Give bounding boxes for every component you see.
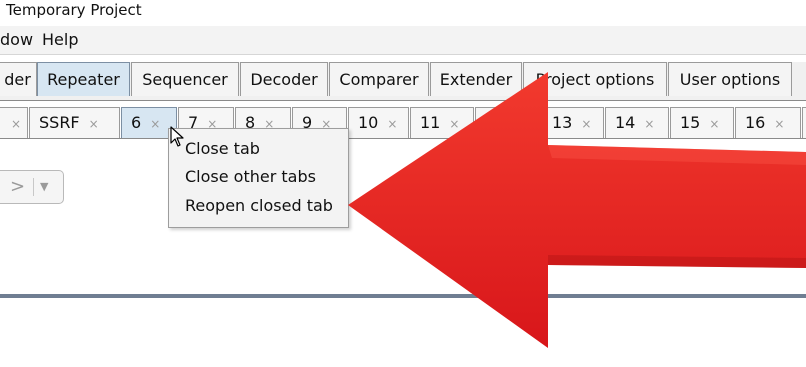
tab-label: 6 xyxy=(131,113,142,132)
repeater-tab[interactable]: × xyxy=(0,107,28,138)
tab-comparer[interactable]: Comparer xyxy=(329,62,429,96)
menu-close-tab[interactable]: Close tab xyxy=(185,139,260,159)
tab-label: 14 xyxy=(615,113,636,132)
panel-divider xyxy=(0,294,806,298)
close-tab-icon[interactable]: × xyxy=(449,117,459,131)
tab-label: Repeater xyxy=(47,70,120,89)
tab-label: Extender xyxy=(439,70,513,89)
tab-label: 11 xyxy=(420,113,441,132)
tab-project-options[interactable]: Project options xyxy=(523,62,667,96)
dropdown-icon[interactable]: ▼ xyxy=(40,171,48,203)
tab-decoder[interactable]: Decoder xyxy=(240,62,328,96)
window-title: Temporary Project xyxy=(6,1,142,19)
tab-extender[interactable]: Extender xyxy=(430,62,522,96)
tab-label: Decoder xyxy=(250,70,318,89)
menu-bar: dow Help xyxy=(0,26,806,55)
repeater-tab[interactable]: 13 × xyxy=(542,107,604,138)
tab-label: 16 xyxy=(745,113,766,132)
menu-window[interactable]: dow xyxy=(0,31,33,49)
tab-label: Project options xyxy=(535,70,655,89)
forward-icon[interactable]: > xyxy=(10,171,25,203)
main-tabs: der Repeater Sequencer Decoder Comparer … xyxy=(0,62,806,102)
separator xyxy=(33,178,34,196)
tab-label: 10 xyxy=(358,113,379,132)
close-tab-icon[interactable]: × xyxy=(644,117,654,131)
close-tab-icon[interactable]: × xyxy=(774,117,784,131)
repeater-tab[interactable]: 10 × xyxy=(348,107,409,138)
close-tab-icon[interactable]: × xyxy=(709,117,719,131)
close-tab-icon[interactable]: × xyxy=(581,117,591,131)
title-bar: Temporary Project xyxy=(0,0,806,23)
history-nav-button[interactable]: > ▼ xyxy=(0,170,64,204)
close-tab-icon[interactable]: × xyxy=(89,117,99,131)
tab-repeater[interactable]: Repeater xyxy=(37,62,130,96)
tab-label: User options xyxy=(679,70,781,89)
close-tab-icon[interactable]: × xyxy=(387,117,397,131)
repeater-tab[interactable]: × xyxy=(475,107,541,138)
repeater-tab[interactable]: 14 × xyxy=(605,107,669,138)
menu-reopen-closed-tab[interactable]: Reopen closed tab xyxy=(185,196,333,216)
repeater-tab[interactable] xyxy=(802,107,806,138)
close-tab-icon[interactable]: × xyxy=(11,117,21,131)
tab-sequencer[interactable]: Sequencer xyxy=(131,62,239,96)
repeater-tab[interactable]: SSRF × xyxy=(29,107,120,138)
tab-label: Sequencer xyxy=(142,70,228,89)
menu-help[interactable]: Help xyxy=(42,31,78,49)
close-tab-icon[interactable]: × xyxy=(494,117,504,131)
tab-label: der xyxy=(4,70,31,89)
mouse-pointer-icon xyxy=(170,126,184,147)
close-tab-icon[interactable]: × xyxy=(150,117,160,131)
repeater-tab[interactable]: 15 × xyxy=(670,107,734,138)
tab-label: Comparer xyxy=(339,70,419,89)
tab-user-options[interactable]: User options xyxy=(668,62,792,96)
tab-label: 13 xyxy=(552,113,573,132)
repeater-tab[interactable]: 11 × xyxy=(410,107,474,138)
menu-close-other-tabs[interactable]: Close other tabs xyxy=(185,167,316,187)
request-panel xyxy=(0,138,806,296)
tab-target[interactable]: der xyxy=(0,62,37,96)
repeater-tabs: × SSRF × 6 × 7 × 8 × 9 × 10 × 11 × × 13 × 14 × 15… xyxy=(0,100,806,139)
tab-label: 15 xyxy=(680,113,701,132)
tab-label: SSRF xyxy=(39,113,80,132)
tab-context-menu: Close tab Close other tabs Reopen closed… xyxy=(168,128,349,228)
repeater-tab[interactable]: 16 × xyxy=(735,107,801,138)
